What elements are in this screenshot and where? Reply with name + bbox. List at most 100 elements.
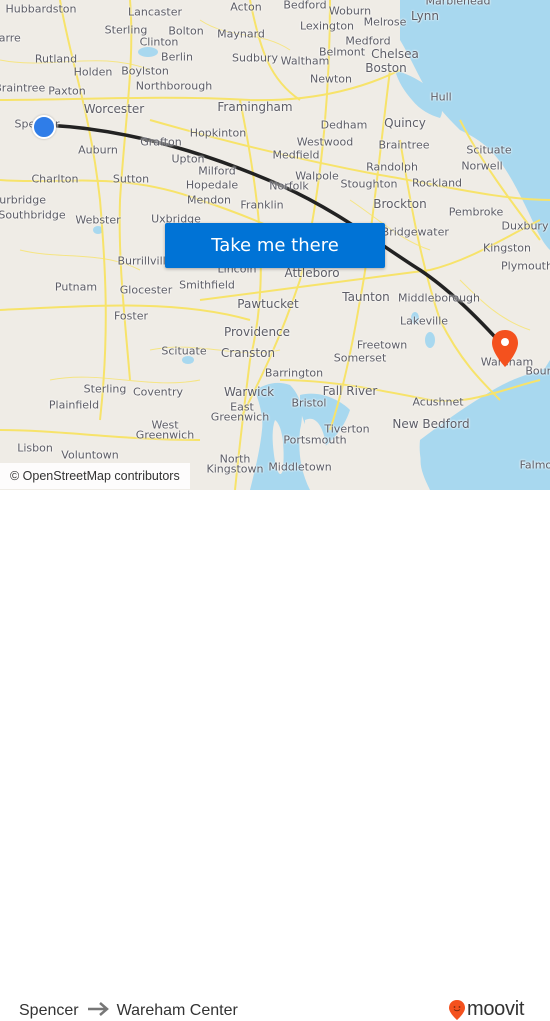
- place-label: Berlin: [161, 50, 193, 64]
- place-label: Acushnet: [412, 395, 464, 409]
- place-label: Brockton: [373, 197, 427, 211]
- place-label: Northborough: [135, 79, 213, 93]
- place-label: Randolph: [366, 160, 418, 174]
- place-label: Lancaster: [128, 5, 182, 19]
- place-label: Lynn: [411, 9, 439, 23]
- place-label: Middleborough: [398, 291, 480, 305]
- place-label: Hopkinton: [189, 126, 247, 140]
- place-label: Lakeville: [399, 314, 449, 328]
- place-label: Smithfield: [179, 278, 235, 292]
- place-label: Rutland: [34, 52, 78, 66]
- place-label: Freetown: [356, 338, 408, 352]
- place-label: Westwood: [296, 135, 354, 149]
- place-label: New Braintree: [0, 81, 46, 95]
- origin-name: Spencer: [19, 1001, 79, 1019]
- place-label: New Bedford: [392, 417, 470, 431]
- place-label: Duxbury: [501, 219, 549, 233]
- place-label: Coventry: [132, 385, 184, 399]
- place-label: Milford: [198, 164, 236, 178]
- place-label: Chelsea: [371, 47, 419, 61]
- place-label: Bourne: [525, 364, 550, 378]
- place-label: Middletown: [268, 460, 332, 474]
- place-label: Sturbridge: [0, 193, 47, 207]
- place-label: Cranston: [220, 346, 276, 360]
- place-label: Barre: [0, 31, 21, 45]
- place-label: Attleboro: [284, 266, 340, 280]
- place-label: Melrose: [363, 15, 407, 29]
- moovit-logo[interactable]: moovit: [448, 998, 524, 1021]
- destination-pin-icon[interactable]: [490, 329, 520, 369]
- place-label: Scituate: [466, 143, 512, 157]
- place-label: Charlton: [31, 172, 79, 186]
- arrow-right-icon: [87, 1000, 109, 1021]
- place-label: Marblehead: [425, 0, 491, 8]
- place-label: Falmouth: [519, 458, 550, 472]
- place-label: Sterling: [83, 382, 127, 396]
- long-pond: [425, 332, 435, 348]
- place-label: Holden: [73, 65, 113, 79]
- place-label: Voluntown: [61, 448, 119, 462]
- place-label: Hubbardston: [5, 2, 77, 16]
- destination-name: Wareham Center: [116, 1001, 238, 1019]
- place-label: Pawtucket: [237, 297, 299, 311]
- place-label: Worcester: [83, 102, 145, 116]
- footer: Spencer Wareham Center moovit: [0, 490, 550, 1020]
- place-label: Norwell: [461, 159, 503, 173]
- place-label: Kingstown: [206, 462, 264, 476]
- place-label: Fall River: [322, 384, 378, 398]
- take-me-there-button[interactable]: Take me there: [165, 223, 385, 268]
- place-label: Norfolk: [269, 179, 309, 193]
- place-label: Rockland: [411, 176, 463, 190]
- trip-summary: Spencer Wareham Center: [19, 1000, 238, 1021]
- place-label: Plymouth: [501, 259, 550, 273]
- place-label: Braintree: [378, 138, 430, 152]
- place-label: Greenwich: [210, 410, 270, 424]
- place-label: Auburn: [78, 143, 118, 157]
- place-label: Hopedale: [185, 178, 239, 192]
- place-label: Foster: [114, 309, 148, 323]
- place-label: Stoughton: [340, 177, 398, 191]
- place-label: Maynard: [217, 27, 265, 41]
- buzzards-bay: [419, 372, 545, 490]
- place-label: Webster: [75, 213, 121, 227]
- place-label: Bedford: [283, 0, 327, 12]
- place-label: Somerset: [333, 351, 387, 365]
- place-label: Newton: [309, 72, 353, 86]
- place-label: Southbridge: [0, 208, 66, 222]
- place-label: Medfield: [272, 148, 320, 162]
- place-label: Plainfield: [48, 398, 100, 412]
- moovit-pin-icon: [449, 999, 465, 1020]
- origin-marker[interactable]: [32, 115, 56, 139]
- place-label: Pembroke: [448, 205, 504, 219]
- place-label: Portsmouth: [283, 433, 347, 447]
- place-label: Sudbury: [232, 51, 278, 65]
- place-label: Upton: [171, 152, 205, 166]
- place-label: Kingston: [483, 241, 531, 255]
- place-label: Glocester: [119, 283, 173, 297]
- place-label: Grafton: [140, 135, 182, 149]
- moovit-wordmark: moovit: [467, 998, 525, 1020]
- place-label: Scituate: [161, 344, 207, 358]
- place-label: Waltham: [280, 54, 330, 68]
- place-label: Clinton: [139, 35, 179, 49]
- map-attribution[interactable]: © OpenStreetMap contributors: [0, 463, 190, 489]
- wachusett-reservoir: [138, 47, 158, 57]
- place-label: Lexington: [299, 19, 355, 33]
- place-label: Sterling: [104, 23, 148, 37]
- place-label: Barrington: [264, 366, 324, 380]
- place-label: Providence: [223, 325, 291, 339]
- map[interactable]: Hubbardston Lancaster Acton Bedford Wobu…: [0, 0, 550, 490]
- place-label: Quincy: [384, 116, 426, 130]
- place-label: Dedham: [320, 118, 368, 132]
- place-label: Hull: [430, 90, 452, 104]
- place-label: Paxton: [48, 84, 86, 98]
- place-label: Putnam: [54, 280, 98, 294]
- place-label: Mendon: [187, 193, 231, 207]
- place-label: Greenwich: [135, 428, 195, 442]
- place-label: Framingham: [217, 100, 293, 114]
- place-label: Taunton: [342, 290, 390, 304]
- place-label: Boylston: [121, 64, 169, 78]
- place-label: Franklin: [240, 198, 284, 212]
- place-label: Acton: [230, 0, 262, 14]
- place-label: Boston: [365, 61, 407, 75]
